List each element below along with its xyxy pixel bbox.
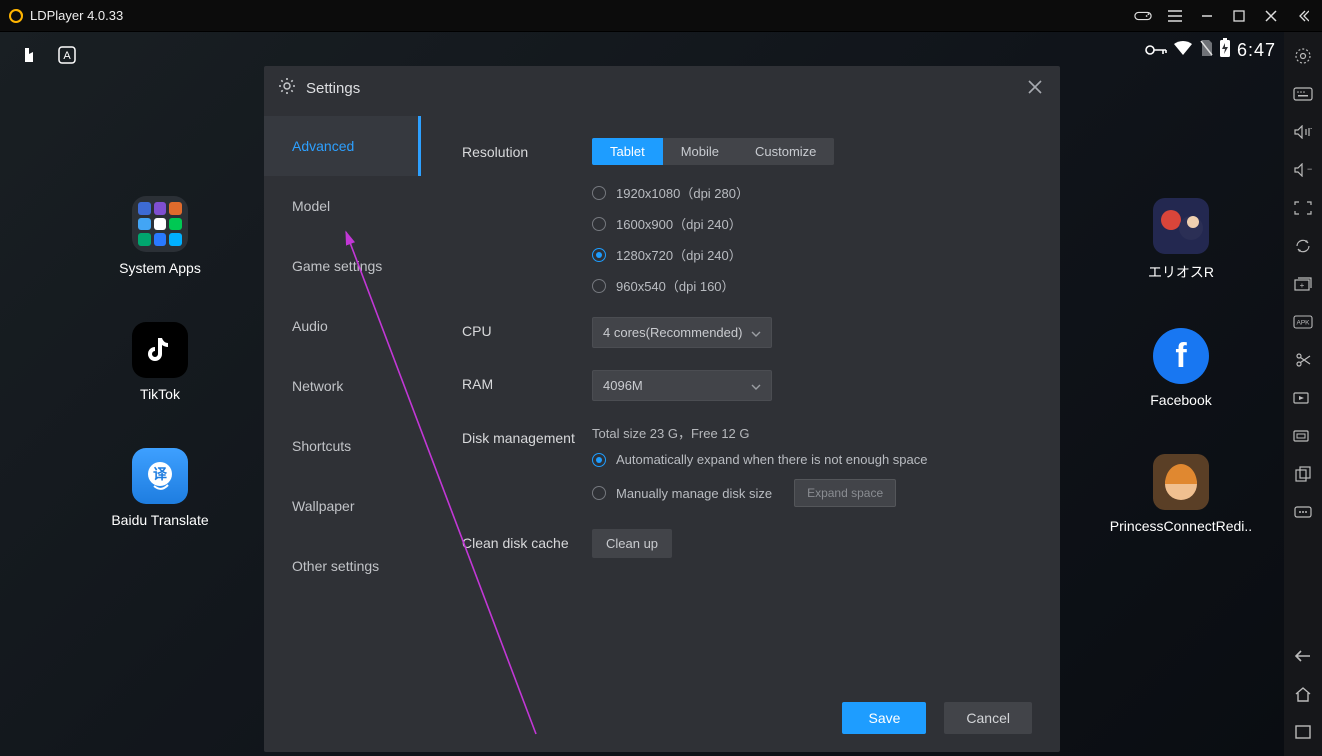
disk-manual-radio[interactable]: Manually manage disk size Expand space	[592, 479, 1024, 507]
operation-record-icon[interactable]	[1290, 426, 1316, 446]
app-system-apps[interactable]: System Apps	[100, 196, 220, 276]
record-icon[interactable]	[1290, 388, 1316, 408]
app-logo-icon	[8, 8, 24, 24]
svg-text:译: 译	[153, 466, 168, 482]
save-button[interactable]: Save	[842, 702, 926, 734]
recents-icon[interactable]	[1290, 722, 1316, 742]
svg-text:−: −	[1307, 164, 1312, 174]
resolution-mode-segment: Tablet Mobile Customize	[592, 138, 834, 165]
cancel-button[interactable]: Cancel	[944, 702, 1032, 734]
nav-model[interactable]: Model	[264, 176, 421, 236]
settings-content: Resolution Tablet Mobile Customize 1920x…	[422, 110, 1060, 692]
font-icon[interactable]: A	[56, 44, 78, 66]
gear-icon	[278, 77, 296, 100]
settings-close-icon[interactable]	[1024, 78, 1046, 99]
menu-icon[interactable]	[1166, 7, 1184, 25]
copy-icon[interactable]	[1290, 464, 1316, 484]
settings-footer: Save Cancel	[264, 692, 1060, 752]
settings-modal: Settings Advanced Model Game settings Au…	[264, 66, 1060, 752]
settings-nav: Advanced Model Game settings Audio Netwo…	[264, 110, 422, 692]
chevron-down-icon	[751, 325, 761, 340]
svg-text:+: +	[1300, 281, 1305, 290]
nav-advanced[interactable]: Advanced	[264, 116, 421, 176]
seg-mobile[interactable]: Mobile	[663, 138, 737, 165]
chevron-down-icon	[751, 378, 761, 393]
nav-shortcuts[interactable]: Shortcuts	[264, 416, 421, 476]
maximize-icon[interactable]	[1230, 7, 1248, 25]
close-icon[interactable]	[1262, 7, 1280, 25]
app-facebook[interactable]: f Facebook	[1121, 328, 1241, 408]
ram-label: RAM	[462, 370, 592, 392]
disk-auto-radio[interactable]: Automatically expand when there is not e…	[592, 452, 1024, 467]
titlebar: LDPlayer 4.0.33	[0, 0, 1322, 32]
multi-instance-icon[interactable]: +	[1290, 274, 1316, 294]
clean-label: Clean disk cache	[462, 529, 592, 551]
volume-down-icon[interactable]: −	[1290, 160, 1316, 180]
wifi-icon	[1173, 40, 1193, 61]
app-label: Baidu Translate	[111, 512, 208, 528]
nav-network[interactable]: Network	[264, 356, 421, 416]
res-1280x720[interactable]: 1280x720（dpi 240）	[592, 245, 1024, 264]
keyboard-icon[interactable]	[1290, 84, 1316, 104]
scissors-icon[interactable]	[1290, 350, 1316, 370]
app-label: Facebook	[1150, 392, 1211, 408]
app-label: エリオスR	[1148, 262, 1214, 282]
home-icon[interactable]	[1290, 684, 1316, 704]
settings-header: Settings	[264, 66, 1060, 110]
no-sim-icon	[1199, 39, 1213, 62]
nav-audio[interactable]: Audio	[264, 296, 421, 356]
vpn-key-icon	[1145, 41, 1167, 61]
nav-other-settings[interactable]: Other settings	[264, 536, 421, 596]
ld-store-icon[interactable]	[18, 44, 40, 66]
right-toolbar: + − + APK	[1284, 32, 1322, 756]
app-title: LDPlayer 4.0.33	[30, 8, 123, 23]
window-controls	[1134, 7, 1312, 25]
battery-icon	[1219, 38, 1231, 63]
more-icon[interactable]	[1290, 502, 1316, 522]
svg-text:A: A	[63, 50, 71, 62]
fullscreen-icon[interactable]	[1290, 198, 1316, 218]
disk-size-info: Total size 23 G，Free 12 G	[592, 423, 1024, 442]
nav-game-settings[interactable]: Game settings	[264, 236, 421, 296]
nav-wallpaper[interactable]: Wallpaper	[264, 476, 421, 536]
back-icon[interactable]	[1290, 646, 1316, 666]
collapse-icon[interactable]	[1294, 7, 1312, 25]
app-label: System Apps	[119, 260, 201, 276]
svg-text:+: +	[1310, 125, 1312, 133]
desktop-icons-left: System Apps TikTok 译 Baidu Translate	[100, 196, 220, 528]
expand-space-button[interactable]: Expand space	[794, 479, 896, 507]
resolution-label: Resolution	[462, 138, 592, 160]
volume-up-icon[interactable]: +	[1290, 122, 1316, 142]
disk-label: Disk management	[462, 423, 592, 447]
res-1920x1080[interactable]: 1920x1080（dpi 280）	[592, 183, 1024, 202]
android-status-bar: 6:47	[1145, 38, 1276, 63]
cleanup-button[interactable]: Clean up	[592, 529, 672, 558]
settings-title: Settings	[306, 80, 360, 97]
app-label: TikTok	[140, 386, 180, 402]
ram-select[interactable]: 4096M	[592, 370, 772, 401]
app-tiktok[interactable]: TikTok	[100, 322, 220, 402]
sync-icon[interactable]	[1290, 236, 1316, 256]
desktop-icons-right: エリオスR f Facebook PrincessConnectRedi..	[1106, 198, 1256, 534]
settings-gear-icon[interactable]	[1290, 46, 1316, 66]
gamepad-icon[interactable]	[1134, 7, 1152, 25]
app-label: PrincessConnectRedi..	[1110, 518, 1252, 534]
app-elios-r[interactable]: エリオスR	[1121, 198, 1241, 282]
cpu-select[interactable]: 4 cores(Recommended)	[592, 317, 772, 348]
top-mini-icons: A	[18, 44, 78, 66]
minimize-icon[interactable]	[1198, 7, 1216, 25]
svg-text:APK: APK	[1296, 320, 1310, 327]
app-princess-connect[interactable]: PrincessConnectRedi..	[1121, 454, 1241, 534]
res-960x540[interactable]: 960x540（dpi 160）	[592, 276, 1024, 295]
apk-icon[interactable]: APK	[1290, 312, 1316, 332]
clock: 6:47	[1237, 40, 1276, 61]
seg-tablet[interactable]: Tablet	[592, 138, 663, 165]
seg-customize[interactable]: Customize	[737, 138, 834, 165]
cpu-label: CPU	[462, 317, 592, 339]
res-1600x900[interactable]: 1600x900（dpi 240）	[592, 214, 1024, 233]
app-baidu-translate[interactable]: 译 Baidu Translate	[100, 448, 220, 528]
